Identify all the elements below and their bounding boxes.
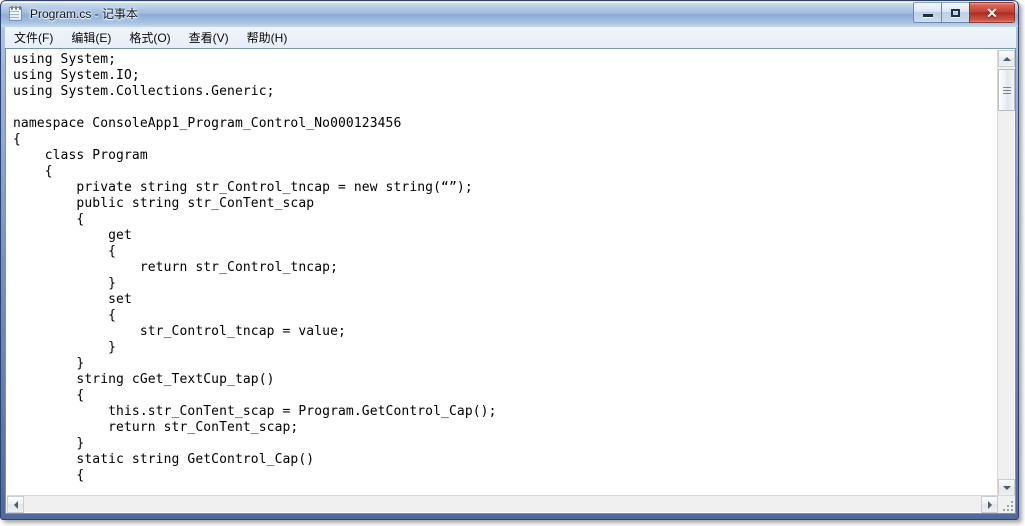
notepad-window: Program.cs - 记事本 ✕ 文件(F) 编辑(E) 格式(O) 查看(… (0, 0, 1025, 526)
vertical-scroll-thumb[interactable] (998, 69, 1015, 111)
arrow-up-icon (1002, 56, 1011, 61)
window-controls: ✕ (913, 2, 1015, 23)
resize-grip-dots (1001, 499, 1013, 511)
window-title: Program.cs - 记事本 (30, 7, 139, 21)
minimize-icon (914, 3, 941, 22)
notepad-icon (8, 6, 24, 22)
menu-edit[interactable]: 编辑(E) (62, 27, 120, 49)
editor-client-area: using System; using System.IO; using Sys… (5, 48, 1016, 514)
vertical-scrollbar[interactable] (997, 50, 1015, 496)
menu-bar: 文件(F) 编辑(E) 格式(O) 查看(V) 帮助(H) (5, 27, 1016, 48)
scroll-down-button[interactable] (998, 479, 1015, 496)
scroll-up-button[interactable] (998, 50, 1015, 67)
title-bar[interactable]: Program.cs - 记事本 ✕ (1, 1, 1018, 27)
scroll-right-button[interactable] (981, 496, 998, 513)
code-content: using System; using System.IO; using Sys… (13, 52, 497, 483)
menu-help[interactable]: 帮助(H) (238, 27, 297, 49)
restore-button[interactable] (941, 2, 970, 23)
menu-view[interactable]: 查看(V) (180, 27, 238, 49)
arrow-right-icon (987, 500, 992, 509)
menu-file[interactable]: 文件(F) (5, 27, 62, 49)
restore-icon (942, 3, 969, 22)
title-bar-highlight (2, 2, 1017, 3)
window-frame: Program.cs - 记事本 ✕ 文件(F) 编辑(E) 格式(O) 查看(… (0, 0, 1019, 520)
close-icon: ✕ (970, 3, 1014, 22)
scroll-left-button[interactable] (7, 496, 24, 513)
close-x-glyph: ✕ (986, 4, 998, 21)
close-button[interactable]: ✕ (969, 2, 1015, 23)
arrow-down-icon (1002, 485, 1011, 490)
text-editor-surface[interactable]: using System; using System.IO; using Sys… (7, 50, 998, 496)
horizontal-scrollbar[interactable] (7, 495, 1015, 513)
resize-grip[interactable] (998, 496, 1015, 513)
menu-format[interactable]: 格式(O) (120, 27, 179, 49)
arrow-left-icon (13, 500, 18, 509)
minimize-button[interactable] (913, 2, 942, 23)
